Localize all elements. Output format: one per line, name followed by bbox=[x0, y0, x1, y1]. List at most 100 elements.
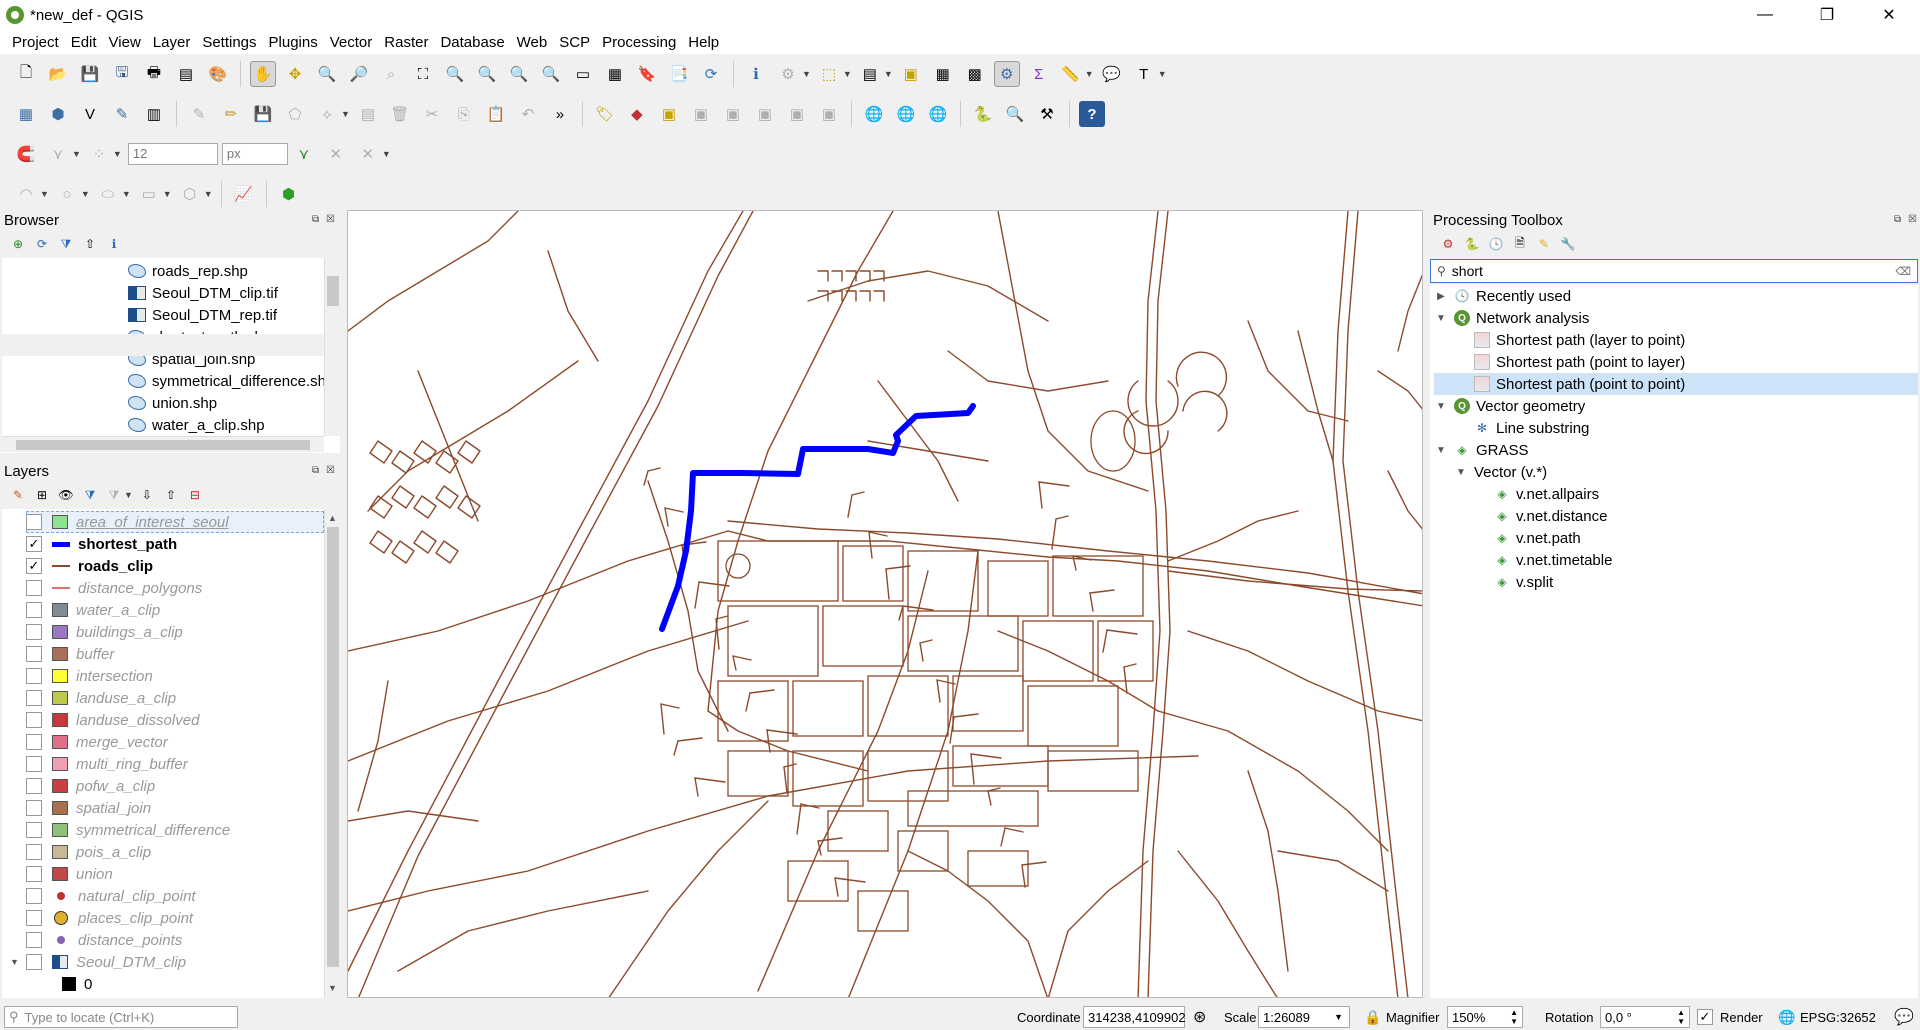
layer-item[interactable]: pois_a_clip bbox=[10, 841, 230, 863]
add-polygon-icon[interactable]: ⬡ bbox=[177, 181, 203, 207]
float-panel-icon[interactable]: ⧉ bbox=[1894, 214, 1901, 225]
chevron-down-icon[interactable]: ▼ bbox=[204, 189, 213, 199]
layer-visibility-checkbox[interactable] bbox=[26, 734, 42, 750]
toolbox-item[interactable]: Shortest path (point to layer) bbox=[1434, 351, 1918, 373]
add-group-icon[interactable]: ⊞ bbox=[33, 486, 51, 504]
locator-input[interactable]: ⚲ Type to locate (Ctrl+K) bbox=[4, 1006, 238, 1028]
zoom-out-icon[interactable]: 🔎 bbox=[346, 61, 372, 87]
snap-tolerance-input[interactable]: 12 bbox=[127, 143, 218, 165]
menu-edit[interactable]: Edit bbox=[65, 34, 103, 51]
chevron-down-icon[interactable]: ▼ bbox=[341, 109, 350, 119]
lock-scale-icon[interactable]: 🔒 bbox=[1364, 1009, 1381, 1026]
scale-field[interactable]: 1:26089 ▼ bbox=[1258, 1006, 1350, 1028]
toggle-extents-icon[interactable]: ⊛ bbox=[1193, 1007, 1206, 1027]
toolbox-item[interactable]: ▼ Q Vector geometry bbox=[1434, 395, 1918, 417]
toolbox-search-field[interactable]: ⚲ short ⌫ bbox=[1430, 259, 1918, 283]
crs-globe-icon[interactable]: 🌐 bbox=[1778, 1009, 1795, 1026]
zoom-last-icon[interactable]: 🔍 bbox=[506, 61, 532, 87]
menu-layer[interactable]: Layer bbox=[147, 34, 197, 51]
text-annotation-icon[interactable]: T bbox=[1131, 61, 1157, 87]
filter-browser-icon[interactable]: ⧩ bbox=[57, 235, 75, 253]
layer-visibility-checkbox[interactable] bbox=[26, 690, 42, 706]
expand-arrow-icon[interactable]: ▼ bbox=[1434, 445, 1448, 456]
copy-features-icon[interactable]: ⎘ bbox=[451, 101, 477, 127]
highlight-pinned-icon[interactable]: ▣ bbox=[688, 101, 714, 127]
select-by-value-icon[interactable]: ▤ bbox=[857, 61, 883, 87]
toolbox-item[interactable]: Shortest path (point to point) bbox=[1434, 373, 1918, 395]
scrollbar-thumb[interactable] bbox=[16, 440, 310, 450]
chevron-down-icon[interactable]: ▼ bbox=[382, 149, 391, 159]
pin-labels-icon[interactable]: ▣ bbox=[656, 101, 682, 127]
statistics-icon[interactable]: Σ bbox=[1026, 61, 1052, 87]
map-canvas[interactable] bbox=[347, 210, 1423, 998]
toolbox-item[interactable]: ▶ 🕓 Recently used bbox=[1434, 285, 1918, 307]
paste-features-icon[interactable]: 📋 bbox=[483, 101, 509, 127]
current-edits-icon[interactable]: ✎ bbox=[186, 101, 212, 127]
close-button[interactable]: ✕ bbox=[1858, 0, 1920, 30]
layer-item[interactable]: landuse_dissolved bbox=[10, 709, 230, 731]
layer-item[interactable]: pofw_a_clip bbox=[10, 775, 230, 797]
layer-visibility-checkbox[interactable] bbox=[26, 910, 42, 926]
toggle-editing-icon[interactable]: ✏ bbox=[218, 101, 244, 127]
layer-item[interactable]: distance_polygons bbox=[10, 577, 230, 599]
print-layout-icon[interactable]: 🖶 bbox=[141, 61, 167, 87]
layer-labeling-icon[interactable]: ◆ bbox=[624, 101, 650, 127]
close-panel-icon[interactable]: ☒ bbox=[1908, 214, 1917, 225]
layer-item[interactable]: distance_points bbox=[10, 929, 230, 951]
select-features-icon[interactable]: ⬚ bbox=[816, 61, 842, 87]
snap-type-icon[interactable]: ⁘ bbox=[86, 141, 112, 167]
layer-visibility-checkbox[interactable] bbox=[26, 822, 42, 838]
layer-item[interactable]: ▼ Seoul_DTM_clip bbox=[10, 951, 230, 973]
layer-visibility-checkbox[interactable] bbox=[26, 580, 42, 596]
layer-item[interactable]: area_of_interest_seoul bbox=[10, 511, 230, 533]
zoom-in-icon[interactable]: 🔍 bbox=[314, 61, 340, 87]
new-project-icon[interactable]: 🗋 bbox=[13, 61, 39, 87]
data-source-manager-icon[interactable]: ▦ bbox=[13, 101, 39, 127]
cut-features-icon[interactable]: ✂ bbox=[419, 101, 445, 127]
change-label-icon[interactable]: ▣ bbox=[816, 101, 842, 127]
chevron-down-icon[interactable]: ▼ bbox=[72, 149, 81, 159]
python-console-icon[interactable]: 🐍 bbox=[970, 101, 996, 127]
browser-item[interactable]: water_a_clip.shp bbox=[128, 414, 326, 436]
layer-item[interactable]: 0 bbox=[10, 973, 230, 995]
add-selected-layers-icon[interactable]: ⊕ bbox=[9, 235, 27, 253]
bookmark-icon[interactable]: 🔖 bbox=[634, 61, 660, 87]
scrollbar-thumb[interactable] bbox=[327, 527, 339, 967]
edit-features-in-place-icon[interactable]: ✎ bbox=[1535, 235, 1553, 253]
wfs-icon[interactable]: 🌐 bbox=[893, 101, 919, 127]
toolbox-item[interactable]: ◈ v.net.distance bbox=[1434, 505, 1918, 527]
layer-item[interactable]: buildings_a_clip bbox=[10, 621, 230, 643]
layer-visibility-checkbox[interactable] bbox=[26, 888, 42, 904]
spin-arrows-icon[interactable]: ▲ ▼ bbox=[1677, 1008, 1685, 1026]
menu-plugins[interactable]: Plugins bbox=[263, 34, 324, 51]
layer-visibility-checkbox[interactable]: ✓ bbox=[26, 558, 42, 574]
browser-item[interactable]: roads_rep.shp bbox=[128, 260, 326, 282]
chevron-down-icon[interactable]: ▼ bbox=[802, 69, 811, 79]
layer-visibility-checkbox[interactable] bbox=[26, 800, 42, 816]
maximize-button[interactable]: ❐ bbox=[1796, 0, 1858, 30]
chevron-down-icon[interactable]: ▼ bbox=[1158, 69, 1167, 79]
magnet-icon[interactable]: 🧲 bbox=[13, 141, 39, 167]
chevron-down-icon[interactable]: ▼ bbox=[122, 189, 131, 199]
scp-plugin-icon[interactable]: ⬢ bbox=[276, 181, 302, 207]
browser-item[interactable]: Seoul_DTM_clip.tif bbox=[128, 282, 326, 304]
wms-icon[interactable]: 🌐 bbox=[861, 101, 887, 127]
chevron-down-icon[interactable]: ▼ bbox=[843, 69, 852, 79]
menu-scp[interactable]: SCP bbox=[553, 34, 596, 51]
browser-item[interactable]: symmetrical_difference.sh bbox=[128, 370, 326, 392]
close-panel-icon[interactable]: ☒ bbox=[326, 214, 335, 225]
toolbox-icon[interactable]: ⚙ bbox=[993, 61, 1020, 87]
layers-vscrollbar[interactable]: ▲ ▼ bbox=[324, 509, 340, 998]
float-panel-icon[interactable]: ⧉ bbox=[312, 214, 319, 225]
collapse-all-icon[interactable]: ⇧ bbox=[81, 235, 99, 253]
layer-visibility-checkbox[interactable]: ✓ bbox=[26, 536, 42, 552]
models-icon[interactable]: ⚙ bbox=[1439, 235, 1457, 253]
menu-web[interactable]: Web bbox=[511, 34, 554, 51]
chevron-down-icon[interactable]: ▼ bbox=[1085, 69, 1094, 79]
clear-search-icon[interactable]: ⌫ bbox=[1895, 265, 1911, 278]
chevron-down-icon[interactable]: ▼ bbox=[113, 149, 122, 159]
add-circular-string-icon[interactable]: ◠ bbox=[13, 181, 39, 207]
layer-visibility-checkbox[interactable] bbox=[26, 602, 42, 618]
scroll-up-icon[interactable]: ▲ bbox=[328, 513, 337, 523]
menu-vector[interactable]: Vector bbox=[324, 34, 379, 51]
